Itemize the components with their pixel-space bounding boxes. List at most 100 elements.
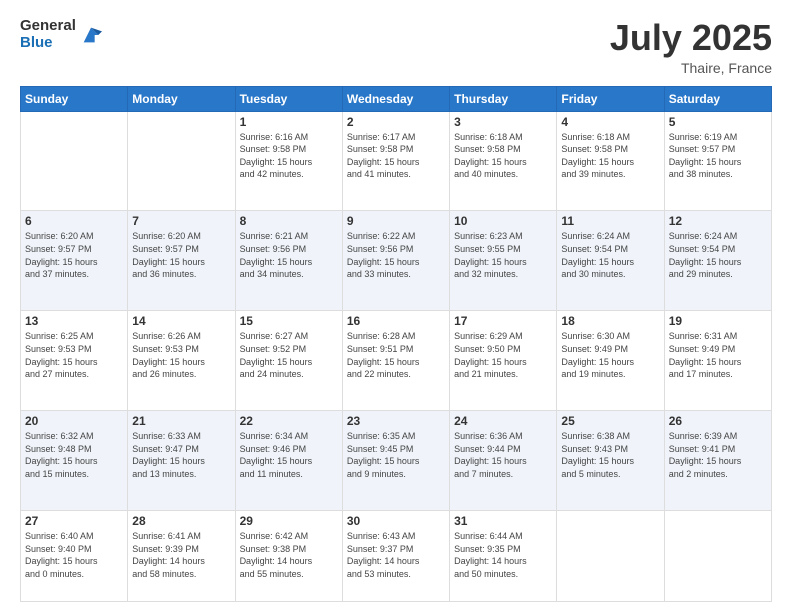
day-info: Sunrise: 6:18 AM Sunset: 9:58 PM Dayligh…: [454, 131, 552, 181]
day-info: Sunrise: 6:39 AM Sunset: 9:41 PM Dayligh…: [669, 430, 767, 480]
day-info: Sunrise: 6:41 AM Sunset: 9:39 PM Dayligh…: [132, 530, 230, 580]
table-row: 3 Sunrise: 6:18 AM Sunset: 9:58 PM Daylig…: [450, 111, 557, 211]
day-number: 13: [25, 314, 123, 328]
day-info: Sunrise: 6:20 AM Sunset: 9:57 PM Dayligh…: [25, 230, 123, 280]
day-info: Sunrise: 6:30 AM Sunset: 9:49 PM Dayligh…: [561, 330, 659, 380]
table-row: 11Sunrise: 6:24 AM Sunset: 9:54 PM Dayli…: [557, 211, 664, 311]
calendar-week-row: 6 Sunrise: 6:20 AM Sunset: 9:57 PM Daylig…: [21, 211, 772, 311]
day-number: 17: [454, 314, 552, 328]
day-info: Sunrise: 6:25 AM Sunset: 9:53 PM Dayligh…: [25, 330, 123, 380]
header: General Blue July 2025 Thaire, France: [20, 18, 772, 76]
day-number: 26: [669, 414, 767, 428]
day-info: Sunrise: 6:18 AM Sunset: 9:58 PM Dayligh…: [561, 131, 659, 181]
table-row: 10 Sunrise: 6:23 AM Sunset: 9:55 PM Dayli…: [450, 211, 557, 311]
table-row: 4 Sunrise: 6:18 AM Sunset: 9:58 PM Daylig…: [557, 111, 664, 211]
table-row: [128, 111, 235, 211]
table-row: 6 Sunrise: 6:20 AM Sunset: 9:57 PM Daylig…: [21, 211, 128, 311]
day-number: 16: [347, 314, 445, 328]
table-row: 7Sunrise: 6:20 AM Sunset: 9:57 PM Daylig…: [128, 211, 235, 311]
day-number: 27: [25, 514, 123, 528]
header-thursday: Thursday: [450, 86, 557, 111]
table-row: 12Sunrise: 6:24 AM Sunset: 9:54 PM Dayli…: [664, 211, 771, 311]
table-row: 1 Sunrise: 6:16 AM Sunset: 9:58 PM Daylig…: [235, 111, 342, 211]
day-number: 9: [347, 214, 445, 228]
day-number: 6: [25, 214, 123, 228]
day-info: Sunrise: 6:26 AM Sunset: 9:53 PM Dayligh…: [132, 330, 230, 380]
day-number: 8: [240, 214, 338, 228]
logo: General Blue: [20, 18, 102, 51]
table-row: 25 Sunrise: 6:38 AM Sunset: 9:43 PM Dayli…: [557, 411, 664, 511]
header-wednesday: Wednesday: [342, 86, 449, 111]
header-monday: Monday: [128, 86, 235, 111]
logo-blue: Blue: [20, 35, 76, 52]
table-row: 13 Sunrise: 6:25 AM Sunset: 9:53 PM Dayli…: [21, 311, 128, 411]
day-info: Sunrise: 6:17 AM Sunset: 9:58 PM Dayligh…: [347, 131, 445, 181]
day-info: Sunrise: 6:24 AM Sunset: 9:54 PM Dayligh…: [669, 230, 767, 280]
day-info: Sunrise: 6:20 AM Sunset: 9:57 PM Dayligh…: [132, 230, 230, 280]
table-row: 21Sunrise: 6:33 AM Sunset: 9:47 PM Dayli…: [128, 411, 235, 511]
table-row: 5 Sunrise: 6:19 AM Sunset: 9:57 PM Daylig…: [664, 111, 771, 211]
day-info: Sunrise: 6:36 AM Sunset: 9:44 PM Dayligh…: [454, 430, 552, 480]
day-info: Sunrise: 6:40 AM Sunset: 9:40 PM Dayligh…: [25, 530, 123, 580]
day-number: 29: [240, 514, 338, 528]
table-row: 16 Sunrise: 6:28 AM Sunset: 9:51 PM Dayli…: [342, 311, 449, 411]
day-number: 19: [669, 314, 767, 328]
calendar-table: Sunday Monday Tuesday Wednesday Thursday…: [20, 86, 772, 602]
day-info: Sunrise: 6:34 AM Sunset: 9:46 PM Dayligh…: [240, 430, 338, 480]
header-saturday: Saturday: [664, 86, 771, 111]
day-info: Sunrise: 6:21 AM Sunset: 9:56 PM Dayligh…: [240, 230, 338, 280]
table-row: 17 Sunrise: 6:29 AM Sunset: 9:50 PM Dayli…: [450, 311, 557, 411]
day-info: Sunrise: 6:23 AM Sunset: 9:55 PM Dayligh…: [454, 230, 552, 280]
day-number: 10: [454, 214, 552, 228]
day-number: 11: [561, 214, 659, 228]
day-info: Sunrise: 6:32 AM Sunset: 9:48 PM Dayligh…: [25, 430, 123, 480]
calendar-week-row: 27 Sunrise: 6:40 AM Sunset: 9:40 PM Dayli…: [21, 511, 772, 602]
table-row: 26 Sunrise: 6:39 AM Sunset: 9:41 PM Dayli…: [664, 411, 771, 511]
calendar-week-row: 13 Sunrise: 6:25 AM Sunset: 9:53 PM Dayli…: [21, 311, 772, 411]
table-row: 20 Sunrise: 6:32 AM Sunset: 9:48 PM Dayli…: [21, 411, 128, 511]
day-info: Sunrise: 6:28 AM Sunset: 9:51 PM Dayligh…: [347, 330, 445, 380]
day-info: Sunrise: 6:19 AM Sunset: 9:57 PM Dayligh…: [669, 131, 767, 181]
day-number: 5: [669, 115, 767, 129]
day-number: 30: [347, 514, 445, 528]
table-row: 15Sunrise: 6:27 AM Sunset: 9:52 PM Dayli…: [235, 311, 342, 411]
table-row: 31Sunrise: 6:44 AM Sunset: 9:35 PM Dayli…: [450, 511, 557, 602]
table-row: 29Sunrise: 6:42 AM Sunset: 9:38 PM Dayli…: [235, 511, 342, 602]
table-row: 19Sunrise: 6:31 AM Sunset: 9:49 PM Dayli…: [664, 311, 771, 411]
day-number: 4: [561, 115, 659, 129]
day-info: Sunrise: 6:22 AM Sunset: 9:56 PM Dayligh…: [347, 230, 445, 280]
day-number: 22: [240, 414, 338, 428]
table-row: [664, 511, 771, 602]
header-tuesday: Tuesday: [235, 86, 342, 111]
table-row: [21, 111, 128, 211]
day-number: 25: [561, 414, 659, 428]
header-friday: Friday: [557, 86, 664, 111]
day-info: Sunrise: 6:16 AM Sunset: 9:58 PM Dayligh…: [240, 131, 338, 181]
day-number: 3: [454, 115, 552, 129]
day-info: Sunrise: 6:29 AM Sunset: 9:50 PM Dayligh…: [454, 330, 552, 380]
page: General Blue July 2025 Thaire, France Su…: [0, 0, 792, 612]
day-number: 14: [132, 314, 230, 328]
day-number: 21: [132, 414, 230, 428]
table-row: [557, 511, 664, 602]
table-row: 24 Sunrise: 6:36 AM Sunset: 9:44 PM Dayli…: [450, 411, 557, 511]
day-info: Sunrise: 6:35 AM Sunset: 9:45 PM Dayligh…: [347, 430, 445, 480]
table-row: 28Sunrise: 6:41 AM Sunset: 9:39 PM Dayli…: [128, 511, 235, 602]
logo-general: General: [20, 18, 76, 35]
table-row: 9 Sunrise: 6:22 AM Sunset: 9:56 PM Daylig…: [342, 211, 449, 311]
table-row: 22 Sunrise: 6:34 AM Sunset: 9:46 PM Dayli…: [235, 411, 342, 511]
table-row: 23Sunrise: 6:35 AM Sunset: 9:45 PM Dayli…: [342, 411, 449, 511]
table-row: 8 Sunrise: 6:21 AM Sunset: 9:56 PM Daylig…: [235, 211, 342, 311]
day-number: 20: [25, 414, 123, 428]
calendar-week-row: 20 Sunrise: 6:32 AM Sunset: 9:48 PM Dayli…: [21, 411, 772, 511]
day-number: 1: [240, 115, 338, 129]
table-row: 14 Sunrise: 6:26 AM Sunset: 9:53 PM Dayli…: [128, 311, 235, 411]
day-info: Sunrise: 6:38 AM Sunset: 9:43 PM Dayligh…: [561, 430, 659, 480]
day-info: Sunrise: 6:43 AM Sunset: 9:37 PM Dayligh…: [347, 530, 445, 580]
day-info: Sunrise: 6:27 AM Sunset: 9:52 PM Dayligh…: [240, 330, 338, 380]
title-block: July 2025 Thaire, France: [610, 18, 772, 76]
logo-icon: [80, 24, 102, 46]
day-number: 24: [454, 414, 552, 428]
table-row: 30 Sunrise: 6:43 AM Sunset: 9:37 PM Dayli…: [342, 511, 449, 602]
day-number: 2: [347, 115, 445, 129]
